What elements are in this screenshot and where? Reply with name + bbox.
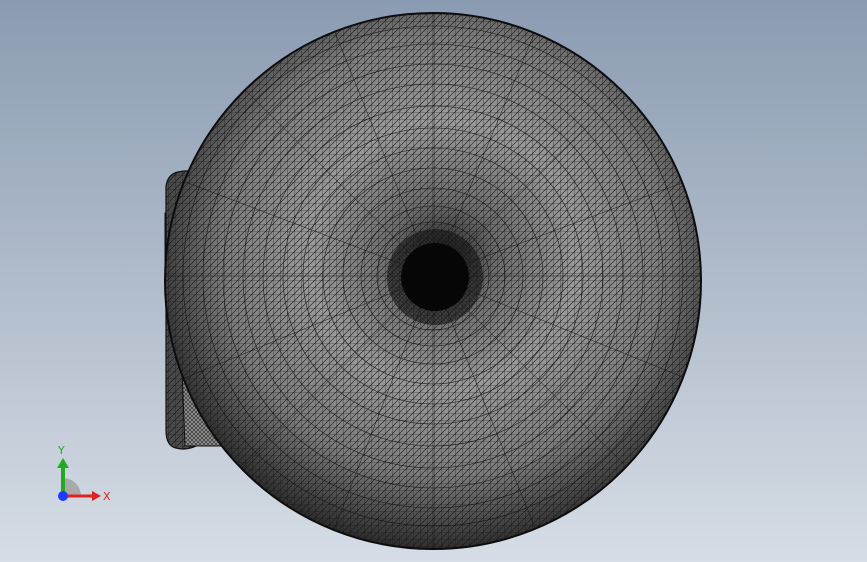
- graphics-viewport[interactable]: Y X: [0, 0, 867, 562]
- z-axis-dot-icon: [58, 491, 68, 501]
- y-axis-arrowhead-icon: [57, 458, 69, 468]
- x-axis-label: X: [103, 490, 111, 503]
- center-hole[interactable]: [387, 229, 483, 325]
- axis-triad: Y X: [57, 444, 111, 503]
- mesh-model[interactable]: [0, 0, 867, 562]
- x-axis-arrowhead-icon: [92, 491, 101, 501]
- y-axis-label: Y: [57, 444, 65, 457]
